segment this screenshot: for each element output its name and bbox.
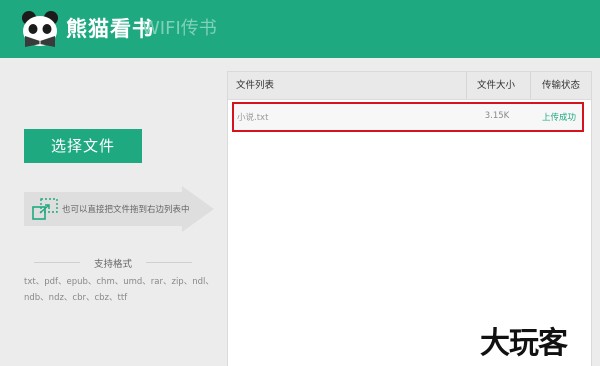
drag-file-icon [32, 198, 58, 220]
formats-title: 支持格式 [24, 256, 202, 270]
column-header-name: 文件列表 [236, 80, 275, 91]
file-size: 3.15K [484, 111, 510, 121]
app-header: 熊猫看书 WIFI传书 [0, 0, 600, 58]
file-name: 小说.txt [237, 113, 269, 123]
table-row[interactable]: 小说.txt 3.15K 上传成功 [232, 102, 584, 132]
app-brand: 熊猫看书 [66, 17, 154, 41]
app-subtitle: WIFI传书 [142, 18, 217, 39]
formats-list: txt、pdf、epub、chm、umd、rar、zip、ndl、ndb、ndz… [24, 277, 214, 303]
watermark: 大玩客 [480, 326, 568, 361]
left-panel: 选择文件 也可以直接把文件拖到右边列表中 支持格式 txt、pdf、epub、c… [0, 58, 228, 365]
drag-tip-text: 也可以直接把文件拖到右边列表中 [62, 205, 190, 215]
column-header-status: 传输状态 [530, 72, 591, 99]
select-file-button[interactable]: 选择文件 [24, 129, 142, 163]
table-header: 文件列表 文件大小 传输状态 [228, 72, 591, 100]
panda-icon [22, 11, 58, 47]
column-header-size: 文件大小 [466, 72, 525, 99]
upload-status: 上传成功 [541, 113, 576, 123]
drag-drop-tip: 也可以直接把文件拖到右边列表中 [24, 186, 214, 232]
